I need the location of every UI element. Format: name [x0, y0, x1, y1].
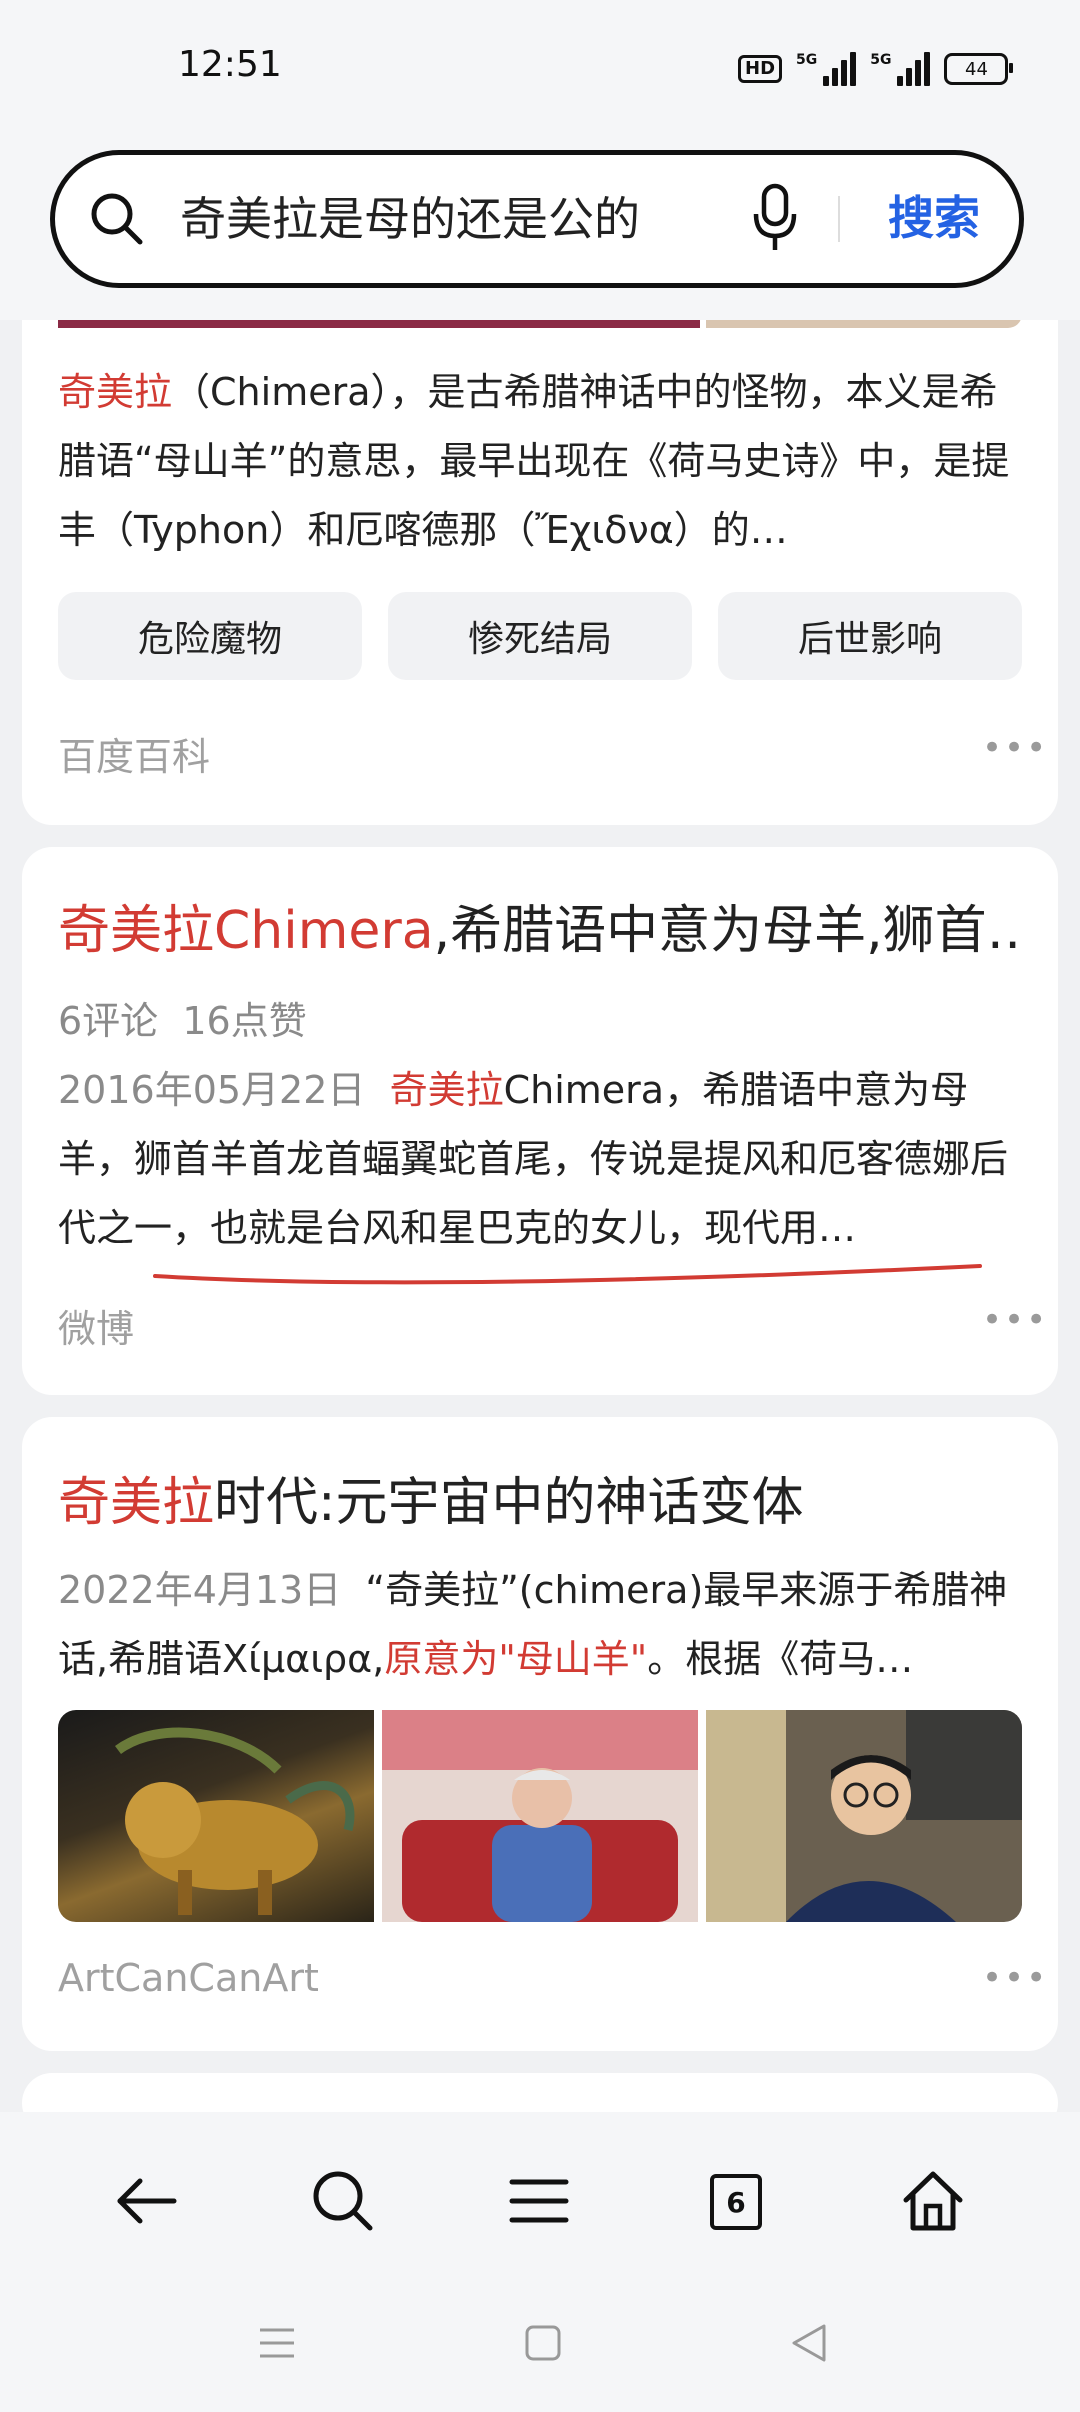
recent-apps-icon[interactable] — [254, 2320, 300, 2366]
search-icon — [91, 193, 143, 245]
network-type-1: 5G — [796, 52, 818, 68]
result-title[interactable]: 奇美拉时代:元宇宙中的神话变体 — [58, 1468, 1024, 1538]
weibo-summary: 2016年05月22日 奇美拉Chimera，希腊语中意为母羊，狮首羊首龙首蝠翼… — [58, 1068, 1009, 1250]
more-options-icon[interactable]: ••• — [982, 1300, 1048, 1340]
red-underline-mark — [153, 1264, 982, 1285]
menu-icon[interactable] — [504, 2166, 574, 2236]
battery-icon: 44 — [944, 53, 1014, 85]
thumbnail-chimera-creature[interactable] — [58, 1710, 374, 1922]
result-date: 2022年4月13日 — [58, 1568, 342, 1612]
search-button[interactable]: 搜索 — [888, 188, 980, 248]
thumbnail-man-speaking[interactable] — [706, 1710, 1022, 1922]
thumbnail-man-on-sofa[interactable] — [382, 1710, 698, 1922]
status-time: 12:51 — [178, 44, 282, 85]
tabs-icon[interactable]: 6 — [702, 2166, 772, 2236]
chip-tragic-ending[interactable]: 惨死结局 — [388, 592, 692, 680]
source-label: ArtCanCanArt — [58, 1956, 319, 2000]
home-button-icon[interactable] — [520, 2320, 566, 2366]
bottom-navigation — [0, 2112, 1080, 2412]
search-input[interactable]: 奇美拉是母的还是公的 — [180, 190, 640, 248]
microphone-icon[interactable] — [750, 182, 800, 254]
tabs-count: 6 — [710, 2174, 762, 2230]
more-options-icon[interactable]: ••• — [982, 728, 1048, 768]
network-type-2: 5G — [870, 52, 892, 68]
result-meta: 6评论 16点赞 — [58, 999, 307, 1043]
chip-later-influence[interactable]: 后世影响 — [718, 592, 1022, 680]
article-summary: 2022年4月13日 “奇美拉”(chimera)最早来源于希腊神话,希腊语Χί… — [58, 1568, 1008, 1681]
status-icons: HD 5G 5G 44 — [738, 52, 1014, 86]
more-options-icon[interactable]: ••• — [982, 1958, 1048, 1998]
system-back-icon[interactable] — [786, 2320, 832, 2366]
home-icon[interactable] — [898, 2166, 968, 2236]
keyword-highlight: 奇美拉 — [58, 370, 173, 414]
result-date: 2016年05月22日 — [58, 1068, 366, 1112]
search-icon[interactable] — [308, 2166, 378, 2236]
result-title[interactable]: 奇美拉Chimera,希腊语中意为母羊,狮首… — [58, 896, 1024, 966]
source-label: 微博 — [58, 1307, 135, 1351]
baike-summary: 奇美拉（Chimera），是古希腊神话中的怪物，本义是希腊语“母山羊”的意思，最… — [58, 370, 1010, 552]
source-label: 百度百科 — [58, 735, 211, 779]
divider — [838, 196, 840, 242]
back-icon[interactable] — [112, 2166, 182, 2236]
hd-voice-icon: HD — [738, 55, 783, 83]
signal-icon-2 — [897, 52, 931, 86]
chip-danger-monster[interactable]: 危险魔物 — [58, 592, 362, 680]
signal-icon-1 — [823, 52, 857, 86]
